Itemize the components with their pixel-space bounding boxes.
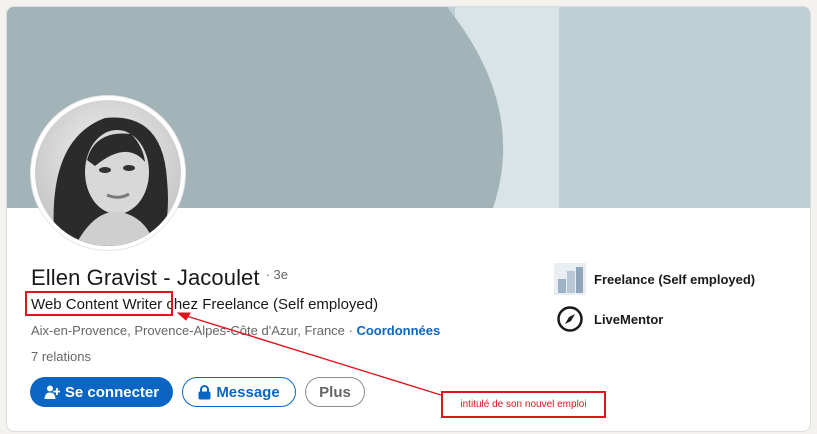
annotation-note-text: intitulé de son nouvel emploi <box>460 399 587 410</box>
profile-side-info: Freelance (Self employed) LiveMentor <box>554 263 756 344</box>
livementor-logo-icon <box>554 303 586 335</box>
contact-info-link[interactable]: Coordonnées <box>356 323 440 338</box>
connect-button[interactable]: Se connecter <box>30 377 173 407</box>
profile-card: Ellen Gravist - Jacoulet · 3e Web Conten… <box>6 6 811 432</box>
annotation-highlight-box <box>25 291 173 316</box>
profile-avatar[interactable] <box>31 96 185 250</box>
message-button-label: Message <box>216 383 280 401</box>
company-logo-icon <box>554 263 586 295</box>
education-item[interactable]: LiveMentor <box>554 304 755 334</box>
relations-count: 7 relations <box>31 349 91 364</box>
profile-location: Aix-en-Provence, Provence-Alpes-Côte d'A… <box>31 323 440 338</box>
current-company-item[interactable]: Freelance (Self employed) <box>554 263 756 295</box>
lock-icon <box>198 384 211 400</box>
connect-button-label: Se connecter <box>64 383 160 401</box>
headline-company: chez Freelance (Self employed) <box>162 296 379 313</box>
education-name: LiveMentor <box>594 311 664 327</box>
location-text: Aix-en-Provence, Provence-Alpes-Côte d'A… <box>31 323 353 338</box>
company-name: Freelance (Self employed) <box>594 271 756 287</box>
annotation-note: intitulé de son nouvel emploi <box>441 391 606 418</box>
more-button-label: Plus <box>319 383 351 401</box>
message-button[interactable]: Message <box>182 377 296 407</box>
more-button[interactable]: Plus <box>305 377 365 407</box>
connection-degree: · 3e <box>265 267 289 282</box>
profile-name: Ellen Gravist - Jacoulet <box>31 265 260 290</box>
add-person-icon <box>44 384 60 400</box>
profile-actions: Se connecter Message Plus <box>30 377 365 407</box>
